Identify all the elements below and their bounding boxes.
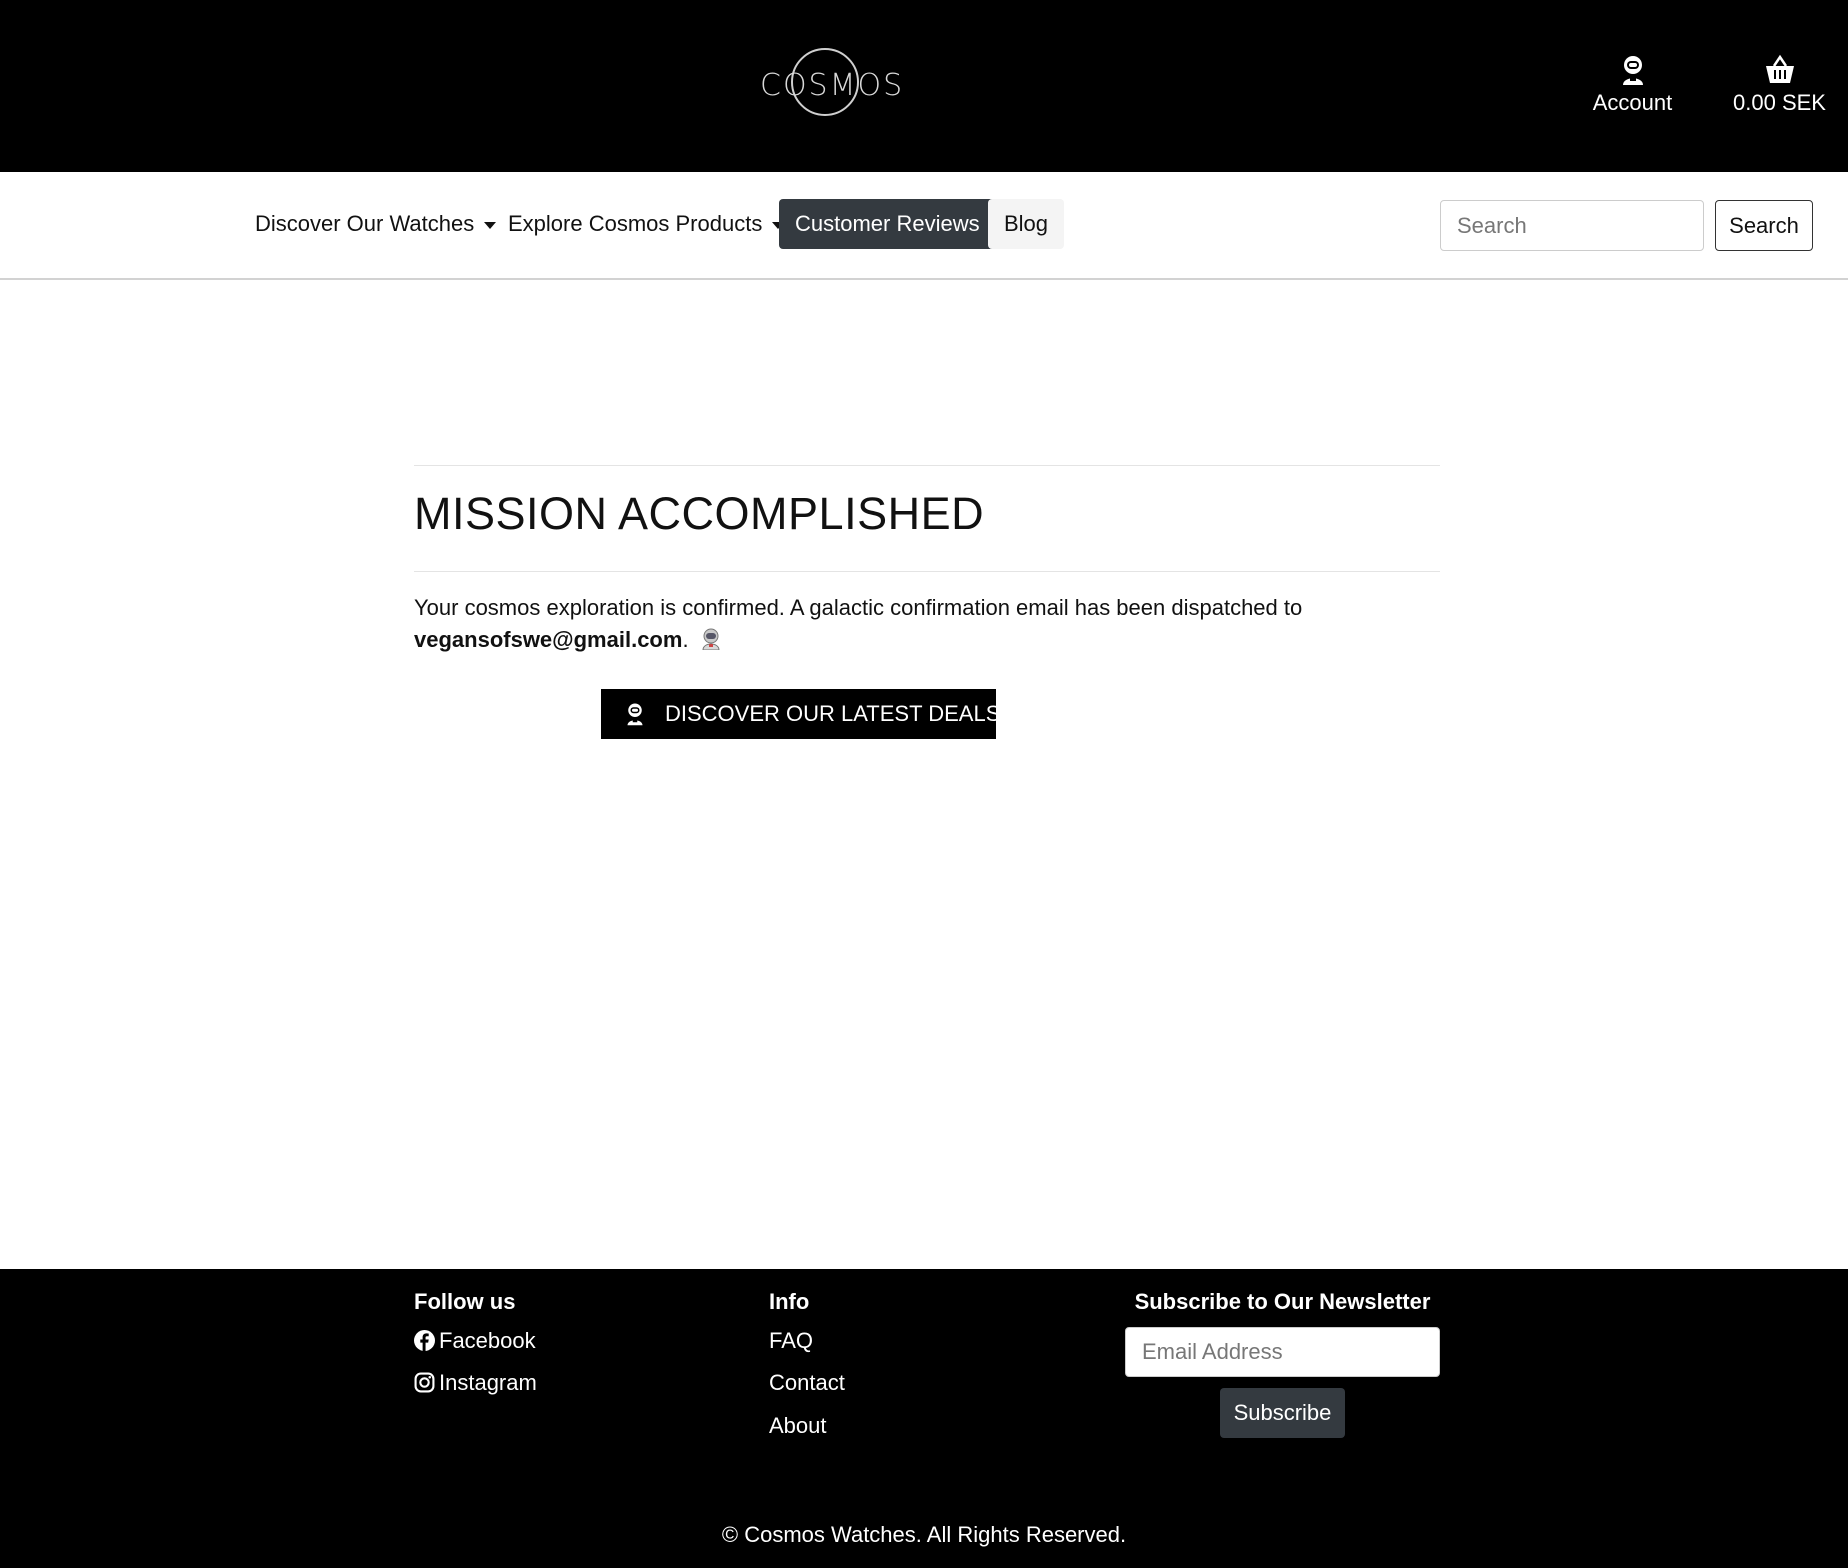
message-text: Your cosmos exploration is confirmed. A … (414, 595, 1303, 620)
divider (414, 465, 1440, 466)
nav-discover-watches[interactable]: Discover Our Watches (239, 199, 512, 249)
divider (414, 571, 1440, 572)
nav-label: Explore Cosmos Products (508, 211, 763, 236)
deals-button-label: DISCOVER OUR LATEST DEALS ! (665, 701, 1013, 726)
facebook-link[interactable]: Facebook (414, 1328, 536, 1354)
info-heading: Info (769, 1289, 810, 1314)
astronaut-icon (627, 703, 643, 726)
astronaut-emoji-icon (702, 628, 720, 650)
confirmation-message: Your cosmos exploration is confirmed. A … (414, 592, 1440, 656)
newsletter-heading: Subscribe to Our Newsletter (1134, 1289, 1431, 1314)
cart-total: 0.00 SEK (1733, 90, 1826, 115)
subscribe-button[interactable]: Subscribe (1220, 1388, 1345, 1438)
basket-icon (1765, 54, 1794, 83)
message-suffix: . (682, 627, 689, 652)
nav-explore-products[interactable]: Explore Cosmos Products (492, 199, 800, 249)
search-input[interactable] (1440, 200, 1704, 251)
account-label: Account (1592, 90, 1673, 115)
nav-customer-reviews[interactable]: Customer Reviews (779, 199, 996, 249)
nav-label: Discover Our Watches (255, 211, 475, 236)
instagram-icon (414, 1372, 435, 1393)
confirmation-email: vegansofswe@gmail.com (414, 627, 683, 652)
nav-blog[interactable]: Blog (988, 199, 1065, 249)
about-link[interactable]: About (769, 1413, 827, 1439)
astronaut-icon (1622, 56, 1643, 85)
site-footer: Follow us Facebook Instagram Info FAQ Co… (0, 1269, 1848, 1568)
instagram-link[interactable]: Instagram (414, 1370, 537, 1396)
account-link[interactable]: Account (1585, 54, 1680, 116)
facebook-icon (414, 1330, 435, 1351)
main-navbar: Discover Our Watches Explore Cosmos Prod… (0, 172, 1848, 280)
cosmos-logo[interactable]: COSMOS (760, 46, 905, 120)
facebook-label: Facebook (439, 1328, 536, 1353)
cart-link[interactable]: 0.00 SEK (1722, 54, 1837, 116)
page-title: MISSION ACCOMPLISHED (414, 488, 985, 539)
site-header: COSMOS Account 0.00 SEK (0, 0, 1848, 172)
contact-link[interactable]: Contact (769, 1370, 845, 1396)
copyright: © Cosmos Watches. All Rights Reserved. (721, 1522, 1127, 1547)
logo-text: COSMOS (760, 68, 905, 103)
instagram-label: Instagram (439, 1370, 537, 1395)
newsletter-email-input[interactable] (1125, 1327, 1440, 1377)
faq-link[interactable]: FAQ (769, 1328, 813, 1354)
search-button[interactable]: Search (1715, 200, 1813, 251)
discover-deals-button[interactable]: DISCOVER OUR LATEST DEALS ! (601, 689, 1013, 739)
follow-heading: Follow us (414, 1289, 516, 1314)
